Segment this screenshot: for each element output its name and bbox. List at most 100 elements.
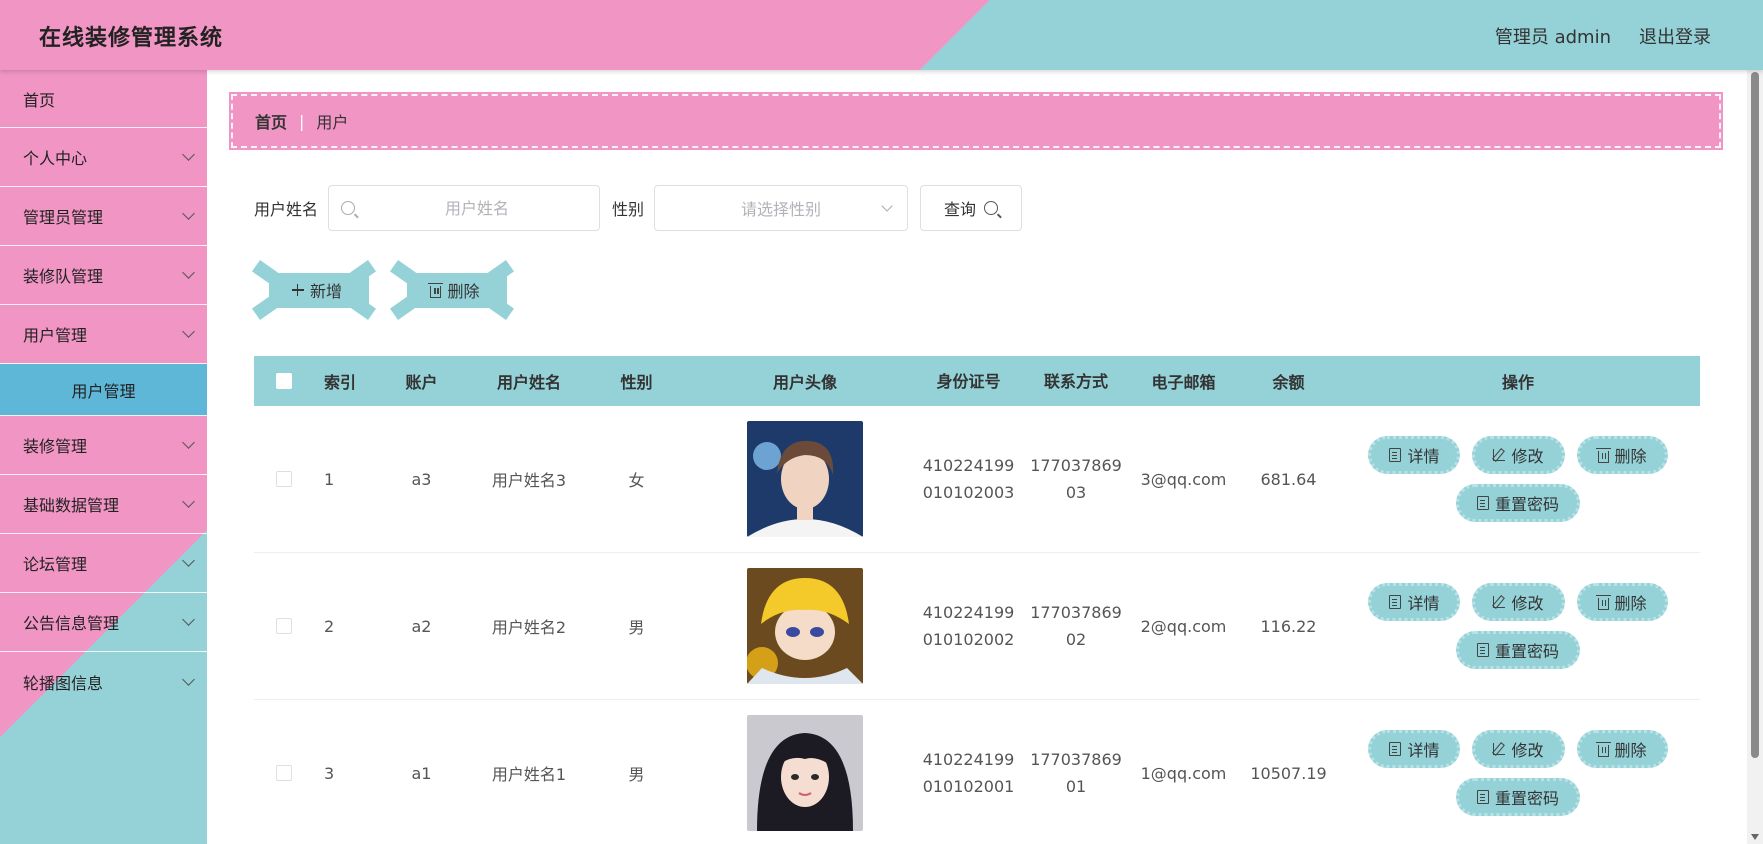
edit-button[interactable]: 修改 [1472,436,1565,474]
batch-delete-button-content: 删除 [428,278,480,302]
detail-label: 详情 [1407,594,1440,613]
logout-button[interactable]: 退出登录 [1639,23,1711,49]
cell-index: 3 [324,763,335,783]
td-id-number: 410224199 010102003 [911,452,1026,506]
add-button[interactable]: 新增 [251,259,377,321]
scrollbar-thumb[interactable] [1751,72,1759,758]
sidebar-item-label: 装修队管理 [23,267,104,286]
cell-phone-line1: 177037869 [1030,456,1122,475]
td-id-number: 410224199 010102002 [911,599,1026,653]
sidebar-item-renovation-management[interactable]: 装修管理 [0,416,207,475]
sidebar-item-label: 装修管理 [23,437,88,456]
chevron-down-icon [182,554,195,567]
sidebar-item-announcements[interactable]: 公告信息管理 [0,593,207,652]
scroll-down-arrow-icon[interactable] [1751,834,1759,840]
cell-phone-line2: 02 [1065,630,1087,649]
cell-index: 1 [324,469,335,489]
sidebar-item-personal-center[interactable]: 个人中心 [0,128,207,187]
avatar-svg-1 [747,421,863,537]
td-ops: 详情 修改 删除 重置密码 [1336,730,1700,816]
top-header: 在线装修管理系统 管理员 admin 退出登录 [0,0,1763,70]
name-search-input[interactable] [355,198,600,218]
table-row: 2 a2 用户姓名2 男 410224199 010102002 1770378… [254,553,1700,700]
th-gender: 性别 [620,373,653,392]
vertical-scrollbar[interactable] [1747,70,1763,844]
gender-select[interactable]: 请选择性别 [654,185,909,231]
avatar [747,568,863,684]
search-icon [984,201,999,215]
document-icon [1389,742,1402,756]
user-table: 索引 账户 用户姓名 性别 用户头像 身份证号 联系方式 电子邮箱 余额 操作 … [254,356,1700,844]
cell-account: a1 [411,763,432,783]
th-index: 索引 [324,373,357,392]
delete-label: 删除 [1614,447,1647,466]
chevron-down-icon [182,148,195,161]
query-button[interactable]: 查询 [920,185,1023,231]
chevron-down-icon [182,495,195,508]
batch-delete-label: 删除 [447,282,480,301]
delete-button[interactable]: 删除 [1576,730,1668,768]
select-all-checkbox[interactable] [276,373,292,389]
reset-password-button[interactable]: 重置密码 [1455,778,1580,816]
edit-button[interactable]: 修改 [1472,583,1565,621]
th-account: 账户 [405,373,438,392]
row-checkbox[interactable] [276,471,292,487]
cell-name: 用户姓名3 [491,471,567,490]
sidebar-item-user-management[interactable]: 用户管理 [0,305,207,364]
add-button-label: 新增 [309,282,342,301]
admin-user-label[interactable]: 管理员 admin [1495,23,1611,49]
th-id-number: 身份证号 [936,371,1001,391]
td-check [254,765,314,781]
th-avatar: 用户头像 [772,373,837,392]
td-id-number: 410224199 010102001 [911,746,1026,800]
edit-icon [1493,449,1506,461]
cell-balance: 10507.19 [1250,763,1327,783]
chevron-down-icon [182,436,195,449]
cell-id-line1: 410224199 [922,456,1015,475]
reset-password-label: 重置密码 [1494,789,1559,808]
chevron-down-icon [182,672,195,686]
avatar-svg-2 [747,568,863,684]
reset-password-button[interactable]: 重置密码 [1455,631,1580,669]
chevron-down-icon [182,613,195,626]
reset-password-button[interactable]: 重置密码 [1455,484,1580,522]
td-phone: 177037869 03 [1026,452,1126,506]
breadcrumb-home[interactable]: 首页 [255,109,287,133]
cell-name: 用户姓名2 [491,618,567,637]
delete-button[interactable]: 删除 [1576,583,1668,621]
sidebar-item-label: 基础数据管理 [23,496,120,515]
td-ops: 详情 修改 删除 重置密码 [1336,436,1700,522]
sidebar-item-home[interactable]: 首页 [0,70,207,128]
search-icon [341,201,356,215]
cell-id-line2: 010102001 [922,777,1015,796]
sidebar-item-label: 论坛管理 [23,555,88,574]
td-avatar [699,421,911,537]
main-content: 首页 | 用户 用户姓名 性别 请选择性别 查询 新增 删除 [207,70,1747,844]
detail-button[interactable]: 详情 [1368,730,1461,768]
sidebar-item-basic-data[interactable]: 基础数据管理 [0,475,207,534]
th-name: 用户姓名 [496,373,561,392]
cell-phone-line2: 01 [1065,777,1087,796]
detail-button[interactable]: 详情 [1368,436,1461,474]
gender-select-placeholder: 请选择性别 [741,200,822,219]
row-checkbox[interactable] [276,618,292,634]
detail-label: 详情 [1407,741,1440,760]
td-avatar [699,715,911,831]
edit-icon [1493,743,1506,755]
edit-button[interactable]: 修改 [1472,730,1565,768]
sidebar-subitem-user-management[interactable]: 用户管理 [0,364,207,416]
cell-id-line2: 010102003 [922,483,1015,502]
sidebar-item-admin-management[interactable]: 管理员管理 [0,187,207,246]
cell-id-line1: 410224199 [922,603,1015,622]
trash-icon [1595,594,1611,610]
sidebar-item-forum[interactable]: 论坛管理 [0,534,207,593]
detail-button[interactable]: 详情 [1368,583,1461,621]
sidebar-item-team-management[interactable]: 装修队管理 [0,246,207,305]
row-checkbox[interactable] [276,765,292,781]
th-phone: 联系方式 [1043,371,1108,391]
document-icon [1476,790,1489,804]
delete-button[interactable]: 删除 [1576,436,1668,474]
batch-delete-button[interactable]: 删除 [389,259,515,321]
sidebar-item-carousel[interactable]: 轮播图信息 [0,652,207,711]
cell-balance: 681.64 [1260,469,1317,489]
